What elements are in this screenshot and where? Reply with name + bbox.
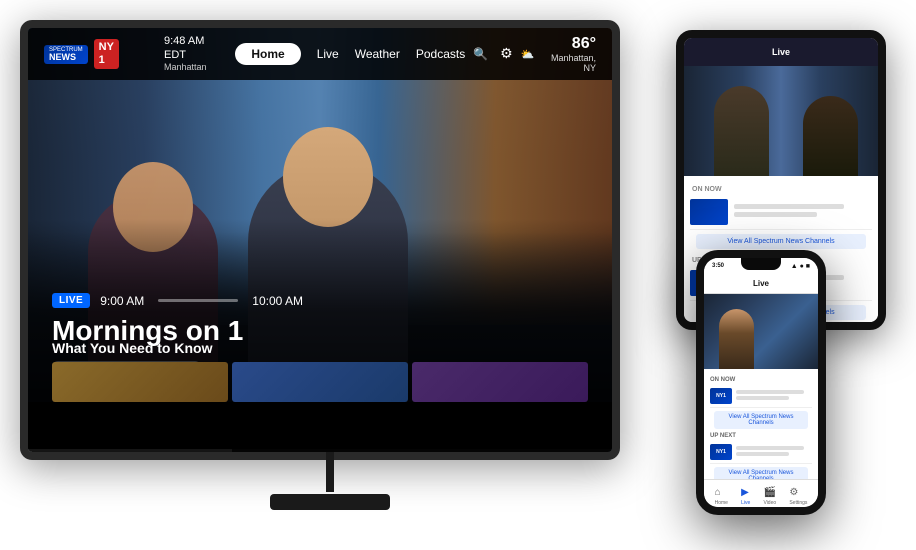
phone-time: 3:50 <box>712 263 724 269</box>
location-text: Manhattan <box>164 62 227 74</box>
tv-time-display: 9:48 AM EDT Manhattan <box>164 34 227 74</box>
logo-area: SPECTRUMNEWS NY1 <box>44 39 154 69</box>
ny1-logo: NY1 <box>94 39 119 69</box>
tablet-video <box>684 66 878 176</box>
phone-channel-line-2a <box>736 446 804 450</box>
weather-info: ⛅ 86° Manhattan, NY <box>521 35 596 73</box>
tv-nav-bar: SPECTRUMNEWS NY1 9:48 AM EDT Manhattan H… <box>28 28 612 80</box>
live-badge: LIVE <box>52 293 90 308</box>
phone-nav-bar: Live <box>704 274 818 294</box>
weather-temp: 86° <box>538 35 596 53</box>
phone-nav-settings[interactable]: ⚙ Settings <box>789 482 807 506</box>
tablet-list-item-1[interactable] <box>690 195 872 230</box>
tablet-text-1 <box>734 204 872 220</box>
phone-view-all-btn-1[interactable]: View All Spectrum News Channels <box>714 411 808 429</box>
phone-video-player[interactable] <box>704 294 818 369</box>
tablet-header: Live <box>684 38 878 66</box>
tablet-view-all-btn-1[interactable]: View All Spectrum News Channels <box>696 234 866 249</box>
phone-channel-info-1 <box>736 390 812 402</box>
time-slot-start: 9:00 AM <box>100 294 144 308</box>
tv-base <box>270 494 390 510</box>
nav-home[interactable]: Home <box>235 43 300 65</box>
nav-icons <box>473 45 513 63</box>
phone-channel-logo-2: NY1 <box>710 444 732 460</box>
home-icon: ⌂ <box>715 487 721 498</box>
phone-channel-item-1[interactable]: NY1 <box>710 385 812 408</box>
phone-up-next-label: UP NEXT <box>710 433 812 439</box>
thumbnail-3[interactable] <box>412 362 588 402</box>
time-progress-bar <box>158 299 238 302</box>
tablet-header-text: Live <box>772 47 790 57</box>
phone-status-icons: ▲ ● ■ <box>791 263 810 270</box>
video-nav-label: Video <box>763 500 776 506</box>
section-title: What You Need to Know <box>52 340 588 356</box>
weather-cloud-icon: ⛅ <box>521 48 535 61</box>
phone-screen: 3:50 ▲ ● ■ Live ON NOW NY1 <box>704 258 818 507</box>
phone-on-now-label: ON NOW <box>710 377 812 383</box>
phone-nav-label: Live <box>753 279 769 288</box>
phone-channel-line-1a <box>736 390 804 394</box>
tablet-on-now-label: ON NOW <box>690 182 872 195</box>
nav-podcasts[interactable]: Podcasts <box>416 47 465 61</box>
tv-container: SPECTRUMNEWS NY1 9:48 AM EDT Manhattan H… <box>20 20 640 510</box>
time-slot-end: 10:00 AM <box>252 294 303 308</box>
tv-frame: SPECTRUMNEWS NY1 9:48 AM EDT Manhattan H… <box>20 20 620 460</box>
settings-nav-label: Settings <box>789 500 807 506</box>
phone-content: ON NOW NY1 View All Spectrum News Channe… <box>704 369 818 492</box>
phone-channel-item-2[interactable]: NY1 <box>710 441 812 464</box>
phone-nav-home[interactable]: ⌂ Home <box>715 482 728 506</box>
video-icon: 🎬 <box>763 487 775 498</box>
spectrum-logo: SPECTRUMNEWS <box>44 45 88 64</box>
live-nav-label: Live <box>741 500 750 506</box>
phone-bottom-nav: ⌂ Home ▶ Live 🎬 Video ⚙ Settings <box>704 479 818 507</box>
nav-items: Home Live Weather Podcasts <box>235 43 465 65</box>
gear-icon[interactable] <box>500 45 513 63</box>
tablet-label-1b <box>734 212 817 217</box>
tablet-label-1a <box>734 204 844 209</box>
search-icon[interactable] <box>473 45 488 63</box>
thumbnail-1[interactable] <box>52 362 228 402</box>
phone-channel-logo-1: NY1 <box>710 388 732 404</box>
tablet-anchor-right <box>803 96 858 176</box>
phone-channel-line-1b <box>736 396 789 400</box>
thumbnail-2[interactable] <box>232 362 408 402</box>
nav-weather[interactable]: Weather <box>355 47 400 61</box>
phone-reporter-figure <box>719 309 754 369</box>
live-row: LIVE 9:00 AM 10:00 AM <box>52 293 303 308</box>
nav-live[interactable]: Live <box>317 47 339 61</box>
phone-nav-live[interactable]: ▶ Live <box>741 482 750 506</box>
time-text: 9:48 AM EDT <box>164 35 204 61</box>
phone-notch <box>741 258 781 270</box>
tablet-anchor-left <box>714 86 769 176</box>
phone-frame: 3:50 ▲ ● ■ Live ON NOW NY1 <box>696 250 826 515</box>
tv-screen: SPECTRUMNEWS NY1 9:48 AM EDT Manhattan H… <box>28 28 612 452</box>
settings-icon: ⚙ <box>789 487 798 498</box>
phone-container: 3:50 ▲ ● ■ Live ON NOW NY1 <box>696 250 836 530</box>
home-nav-label: Home <box>715 500 728 506</box>
scene: SPECTRUMNEWS NY1 9:48 AM EDT Manhattan H… <box>0 0 916 550</box>
phone-channel-line-2b <box>736 452 789 456</box>
live-icon: ▶ <box>741 487 749 498</box>
phone-nav-video[interactable]: 🎬 Video <box>763 482 776 506</box>
tv-stand <box>326 452 334 492</box>
weather-location: Manhattan, NY <box>538 53 596 73</box>
thumbnail-row <box>52 362 588 402</box>
phone-channel-info-2 <box>736 446 812 458</box>
